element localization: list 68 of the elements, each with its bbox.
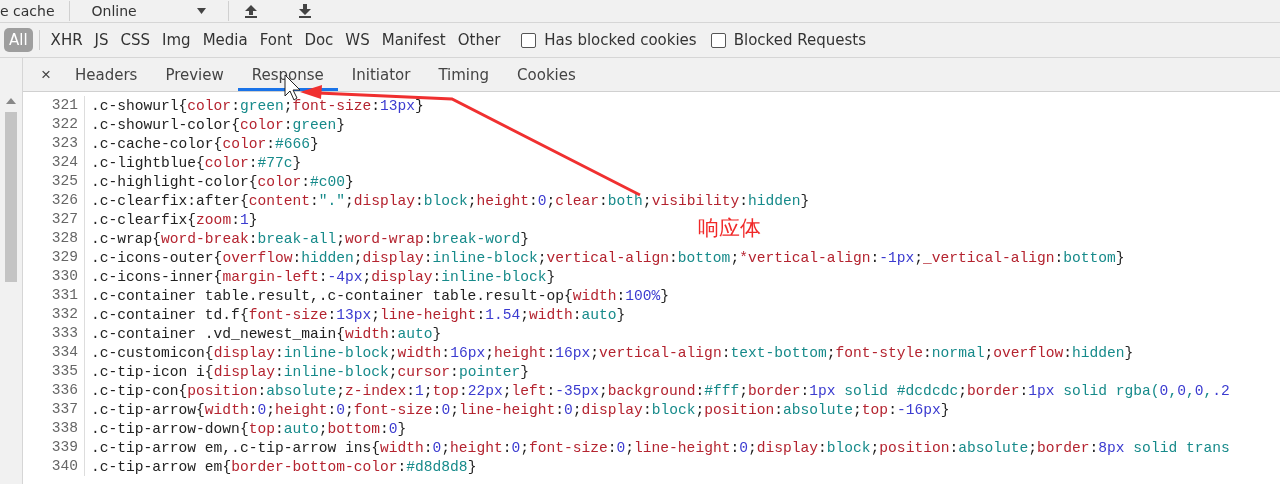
filter-type-button[interactable]: Manifest	[376, 28, 451, 52]
checkbox[interactable]	[710, 32, 726, 48]
line-number: 322	[23, 115, 85, 134]
line-number: 335	[23, 362, 85, 381]
code-line: .c-showurl-color{color:green}	[90, 116, 345, 133]
filter-type-button[interactable]: Media	[197, 28, 253, 52]
line-number: 340	[23, 457, 85, 476]
filter-type-button[interactable]: Doc	[299, 28, 339, 52]
code-line: .c-container td.f{font-size:13px;line-height:1.54;width:auto}	[90, 306, 626, 323]
filter-type-button[interactable]: Other	[452, 28, 506, 52]
filter-type-button[interactable]: WS	[340, 28, 375, 52]
line-number: 334	[23, 343, 85, 362]
line-number: 324	[23, 153, 85, 172]
line-number: 333	[23, 324, 85, 343]
code-line: .c-wrap{word-break:break-all;word-wrap:break-word}	[90, 230, 529, 247]
filter-type-button[interactable]: Font	[254, 28, 298, 52]
line-number: 337	[23, 400, 85, 419]
code-line: .c-container .vd_newest_main{width:auto}	[90, 325, 442, 342]
filter-type-button[interactable]: XHR	[45, 28, 88, 52]
line-number: 325	[23, 172, 85, 191]
caret-icon	[196, 8, 206, 14]
code-line: .c-highlight-color{color:#c00}	[90, 173, 354, 190]
line-number: 326	[23, 191, 85, 210]
code-line: .c-clearfix:after{content:".";display:block;height:0;clear:both;visibility:hidden}	[90, 192, 810, 209]
disable-cache-label: e cache	[0, 3, 55, 19]
code-line: .c-icons-inner{margin-left:-4px;display:inline-block}	[90, 268, 556, 285]
line-number: 338	[23, 419, 85, 438]
code-line: .c-tip-arrow em,.c-tip-arrow ins{width:0;height:0;font-size:0;line-height:0;display:block;position:absolute;border:8px solid trans	[90, 439, 1230, 456]
line-number: 327	[23, 210, 85, 229]
line-number: 336	[23, 381, 85, 400]
code-line: .c-customicon{display:inline-block;width:16px;height:16px;vertical-align:text-bottom;font-style:normal;overflow:hidden}	[90, 344, 1134, 361]
code-line: .c-showurl{color:green;font-size:13px}	[90, 97, 424, 114]
throttle-select[interactable]: Online	[83, 3, 214, 19]
filter-type-button[interactable]: Img	[157, 28, 196, 52]
close-button[interactable]: ×	[31, 58, 61, 91]
tab[interactable]: Initiator	[337, 58, 425, 91]
line-number: 329	[23, 248, 85, 267]
scroll-up-icon[interactable]	[6, 98, 16, 104]
upload-icon[interactable]	[242, 4, 259, 18]
code-line: .c-icons-outer{overflow:hidden;display:inline-block;vertical-align:bottom;*vertical-align:-1px;_vertical-align:bottom}	[90, 249, 1125, 266]
code-line: .c-container table.result,.c-container table.result-op{width:100%}	[90, 287, 670, 304]
line-number: 332	[23, 305, 85, 324]
checkbox[interactable]	[521, 32, 537, 48]
line-number: 321	[23, 96, 85, 115]
code-line: .c-tip-icon i{display:inline-block;cursor:pointer}	[90, 363, 529, 380]
checkbox-label: Blocked Requests	[733, 31, 866, 49]
line-number: 330	[23, 267, 85, 286]
line-number: 323	[23, 134, 85, 153]
annotation-label: 响应体	[698, 215, 761, 242]
tab[interactable]: Headers	[60, 58, 152, 91]
filter-type-button[interactable]: JS	[89, 28, 114, 52]
filter-type-button[interactable]: CSS	[115, 28, 156, 52]
code-line: .c-lightblue{color:#77c}	[90, 154, 302, 171]
tab[interactable]: Cookies	[503, 58, 590, 91]
tab[interactable]: Preview	[151, 58, 238, 91]
download-icon[interactable]	[296, 4, 313, 18]
line-number: 331	[23, 286, 85, 305]
checkbox-label: Has blocked cookies	[544, 31, 697, 49]
tab[interactable]: Timing	[424, 58, 504, 91]
code-line: .c-clearfix{zoom:1}	[90, 211, 258, 228]
code-line: .c-tip-arrow{width:0;height:0;font-size:0;line-height:0;display:block;position:absolute;top:-16px}	[90, 401, 950, 418]
line-number: 339	[23, 438, 85, 457]
code-line: .c-tip-con{position:absolute;z-index:1;top:22px;left:-35px;background:#fff;border:1px solid #dcdcdc;border:1px solid rgba(0,0,0,.2	[90, 382, 1230, 399]
code-line: .c-tip-arrow-down{top:auto;bottom:0}	[90, 420, 407, 437]
line-number: 328	[23, 229, 85, 248]
code-line: .c-tip-arrow em{border-bottom-color:#d8d8d8}	[90, 458, 477, 475]
code-line: .c-cache-color{color:#666}	[90, 135, 319, 152]
scrollbar-thumb[interactable]	[5, 112, 17, 282]
